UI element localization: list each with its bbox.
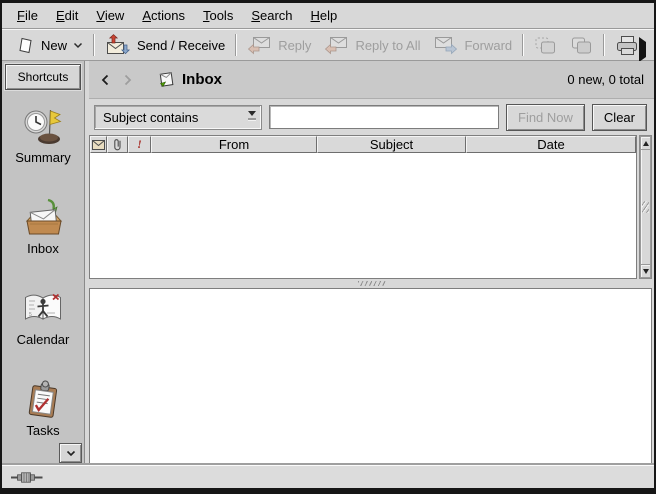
delete-icon	[652, 35, 656, 56]
reply-label: Reply	[278, 38, 311, 53]
menu-bar: File Edit View Actions Tools Search Help	[2, 3, 654, 29]
connection-plug-icon	[11, 471, 45, 484]
folder-message-counts: 0 new, 0 total	[567, 72, 644, 87]
sidebar-item-label: Calendar	[17, 332, 70, 347]
message-status-icon	[92, 140, 105, 150]
dropdown-arrow-icon	[248, 111, 256, 120]
menu-item-actions[interactable]: Actions	[133, 4, 194, 27]
shortcuts-group-button[interactable]: Shortcuts	[5, 64, 81, 90]
forward-label: Forward	[464, 38, 512, 53]
forward-nav-icon	[124, 74, 132, 86]
column-header-status[interactable]	[90, 136, 107, 153]
scrollbar-thumb[interactable]	[640, 150, 651, 264]
column-header-priority[interactable]: !	[128, 136, 151, 153]
sidebar-item-label: Inbox	[27, 241, 59, 256]
find-now-button[interactable]: Find Now	[506, 104, 585, 131]
main-pane: Inbox 0 new, 0 total Subject contains Fi…	[89, 61, 654, 465]
toolbar-separator	[93, 34, 95, 56]
menu-item-view[interactable]: View	[87, 4, 133, 27]
summary-clock-icon	[22, 107, 64, 147]
forward-button[interactable]: Forward	[430, 33, 515, 57]
pane-splitter[interactable]	[89, 279, 654, 288]
column-header-from[interactable]: From	[151, 136, 317, 153]
scroll-down-icon	[66, 450, 76, 457]
menu-item-edit[interactable]: Edit	[47, 4, 87, 27]
reply-button[interactable]: Reply	[244, 33, 314, 57]
folder-title-bar: Inbox 0 new, 0 total	[89, 61, 654, 99]
tasks-clipboard-icon	[22, 380, 64, 420]
toolbar-separator	[603, 34, 605, 56]
menu-item-file[interactable]: File	[8, 4, 47, 27]
calendar-book-icon: 5	[22, 289, 64, 329]
toolbar-separator	[522, 34, 524, 56]
new-button[interactable]: New	[13, 34, 86, 57]
new-button-label: New	[41, 38, 67, 53]
message-list-table: ! From Subject Date	[89, 135, 637, 279]
print-icon	[615, 35, 639, 56]
app-window: File Edit View Actions Tools Search Help…	[0, 0, 656, 494]
send-receive-button[interactable]: Send / Receive	[102, 32, 228, 58]
priority-icon: !	[137, 137, 142, 152]
scroll-down-icon	[643, 269, 649, 274]
preview-pane	[89, 288, 652, 464]
search-input[interactable]	[269, 105, 499, 129]
copy-to-folder-button[interactable]	[567, 34, 596, 57]
nav-back-button[interactable]	[97, 72, 113, 88]
forward-icon	[433, 35, 458, 55]
status-bar	[2, 465, 654, 488]
sidebar-item-label: Tasks	[26, 423, 59, 438]
delete-button[interactable]	[649, 33, 656, 58]
send-receive-icon	[105, 34, 131, 56]
send-receive-label: Send / Receive	[137, 38, 225, 53]
search-criteria-dropdown[interactable]: Subject contains	[94, 105, 262, 130]
move-to-folder-button[interactable]	[531, 34, 560, 57]
column-header-date[interactable]: Date	[466, 136, 636, 153]
splitter-grip	[358, 281, 386, 286]
sidebar-item-calendar[interactable]: 5 Calendar	[17, 289, 70, 347]
sidebar-scroll-down-button[interactable]	[59, 443, 82, 463]
sidebar-item-summary[interactable]: Summary	[15, 107, 71, 165]
shortcut-list: Summary	[15, 90, 71, 438]
message-list-header: ! From Subject Date	[90, 136, 636, 153]
nav-forward-button[interactable]	[120, 72, 136, 88]
new-message-icon	[16, 36, 35, 55]
reply-icon	[247, 35, 272, 55]
scroll-up-icon	[643, 141, 649, 146]
menu-item-tools[interactable]: Tools	[194, 4, 242, 27]
shortcuts-sidebar: Shortcuts Summary	[2, 61, 85, 465]
attachment-icon	[113, 138, 122, 151]
menu-item-search[interactable]: Search	[242, 4, 301, 27]
reply-all-icon	[324, 35, 349, 55]
column-header-attachment[interactable]	[107, 136, 128, 153]
back-icon	[101, 74, 109, 86]
inbox-folder-icon	[157, 71, 175, 88]
svg-text:5: 5	[29, 312, 32, 318]
message-list-scrollbar	[639, 135, 652, 279]
reply-to-all-button[interactable]: Reply to All	[321, 33, 423, 57]
sidebar-item-inbox[interactable]: Inbox	[22, 198, 64, 256]
search-criteria-value: Subject contains	[103, 110, 198, 125]
reply-to-all-label: Reply to All	[355, 38, 420, 53]
content-area: Shortcuts Summary	[2, 61, 654, 465]
chevron-down-icon	[73, 42, 83, 49]
scroll-down-button[interactable]	[640, 264, 651, 278]
sidebar-item-tasks[interactable]: Tasks	[22, 380, 64, 438]
toolbar-overflow-button[interactable]	[637, 40, 648, 59]
toolbar-overflow-icon	[639, 37, 646, 62]
search-bar: Subject contains Find Now Clear	[89, 99, 654, 135]
menu-item-help[interactable]: Help	[302, 4, 347, 27]
move-to-folder-icon	[534, 36, 557, 55]
folder-title: Inbox	[182, 71, 222, 88]
message-list: ! From Subject Date	[89, 135, 654, 279]
column-header-subject[interactable]: Subject	[317, 136, 466, 153]
sidebar-item-label: Summary	[15, 150, 71, 165]
message-list-body[interactable]	[90, 153, 636, 278]
main-toolbar: New Send / Receive	[2, 29, 654, 61]
toolbar-separator	[235, 34, 237, 56]
scroll-up-button[interactable]	[640, 136, 651, 150]
clear-button[interactable]: Clear	[592, 104, 647, 131]
inbox-tray-icon	[22, 198, 64, 238]
copy-to-folder-icon	[570, 36, 593, 55]
